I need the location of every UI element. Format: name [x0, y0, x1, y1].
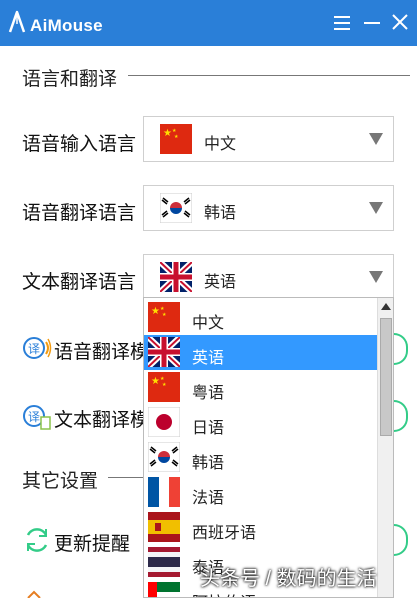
text-translate-language-label: 文本翻译语言 — [22, 272, 137, 293]
dropdown-scrollbar[interactable] — [377, 298, 393, 597]
text-translate-mode-toggle[interactable] — [394, 400, 408, 432]
kr-flag-icon — [160, 193, 192, 223]
voice-input-language-value: 中文 — [204, 136, 237, 153]
watermark: 头条号 / 数码的生活 — [200, 568, 377, 590]
voice-translate-language-value: 韩语 — [204, 205, 237, 222]
svg-text:★: ★ — [174, 134, 179, 140]
section-divider — [108, 477, 144, 478]
title-bar: AiMouse — [0, 0, 417, 46]
cn-flag-icon: ★ ★ ★ — [148, 302, 180, 332]
cn-flag-icon: ★ ★ ★ — [148, 372, 180, 402]
hamburger-menu-icon[interactable] — [328, 8, 356, 38]
voice-translate-icon: 译 — [23, 337, 52, 359]
svg-text:★: ★ — [162, 382, 167, 388]
refresh-icon — [26, 528, 48, 552]
jp-flag-icon — [148, 407, 180, 437]
dropdown-item-chinese[interactable]: ★ ★ ★ 中文 — [144, 300, 378, 335]
dropdown-item-label: 英语 — [192, 350, 225, 367]
chevron-down-icon — [369, 202, 383, 214]
uk-flag-icon — [160, 262, 192, 292]
close-icon[interactable] — [386, 8, 414, 38]
scroll-thumb[interactable] — [380, 318, 392, 436]
update-reminder-toggle[interactable] — [394, 524, 408, 556]
svg-text:★: ★ — [162, 312, 167, 318]
dropdown-item-french[interactable]: 法语 — [144, 475, 378, 510]
dropdown-item-label: 韩语 — [192, 455, 225, 472]
dropdown-item-label: 中文 — [192, 315, 225, 332]
settings-icon — [27, 590, 41, 598]
section-divider — [128, 75, 410, 76]
section-title-other: 其它设置 — [22, 471, 99, 492]
voice-input-language-select[interactable]: ★ ★ ★ 中文 — [143, 116, 394, 162]
dropdown-item-label: 粤语 — [192, 385, 225, 402]
section-title-language: 语言和翻译 — [22, 69, 118, 90]
dropdown-item-label: 日语 — [192, 420, 225, 437]
voice-input-language-label: 语音输入语言 — [22, 134, 137, 155]
chevron-down-icon — [369, 133, 383, 145]
chevron-down-icon — [369, 271, 383, 283]
svg-text:★: ★ — [163, 128, 172, 139]
dropdown-item-spanish[interactable]: 西班牙语 — [144, 510, 378, 545]
text-translate-language-select[interactable]: 英语 — [143, 254, 394, 298]
app-title: AiMouse — [30, 16, 103, 35]
svg-text:译: 译 — [28, 410, 40, 424]
voice-translate-language-label: 语音翻译语言 — [22, 203, 137, 224]
text-translate-icon: 译 — [23, 405, 51, 430]
text-translate-language-value: 英语 — [204, 274, 237, 291]
language-dropdown-list[interactable]: ★ ★ ★ 中文 英语 ★ ★ ★ 粤语 日语 韩语 法语 西班牙语 泰语 — [143, 297, 394, 598]
kr-flag-icon — [148, 442, 180, 472]
dropdown-item-korean[interactable]: 韩语 — [144, 440, 378, 475]
scroll-up-arrow-icon[interactable] — [378, 298, 393, 316]
voice-translate-mode-toggle[interactable] — [394, 333, 408, 365]
ae-flag-icon — [148, 582, 180, 597]
svg-text:★: ★ — [151, 376, 160, 387]
voice-translate-language-select[interactable]: 韩语 — [143, 185, 394, 231]
dropdown-item-label: 法语 — [192, 490, 225, 507]
aimouse-logo-icon — [8, 10, 26, 33]
minimize-icon[interactable] — [358, 8, 386, 38]
dropdown-item-english[interactable]: 英语 — [144, 335, 378, 370]
cn-flag-icon: ★ ★ ★ — [160, 124, 192, 154]
uk-flag-icon — [148, 337, 180, 367]
dropdown-item-japanese[interactable]: 日语 — [144, 405, 378, 440]
dropdown-item-cantonese[interactable]: ★ ★ ★ 粤语 — [144, 370, 378, 405]
fr-flag-icon — [148, 477, 180, 507]
dropdown-item-label: 西班牙语 — [192, 525, 257, 542]
svg-text:译: 译 — [28, 342, 40, 356]
svg-text:★: ★ — [151, 306, 160, 317]
update-reminder-label: 更新提醒 — [54, 534, 131, 555]
es-flag-icon — [148, 512, 180, 542]
th-flag-icon — [148, 547, 180, 577]
